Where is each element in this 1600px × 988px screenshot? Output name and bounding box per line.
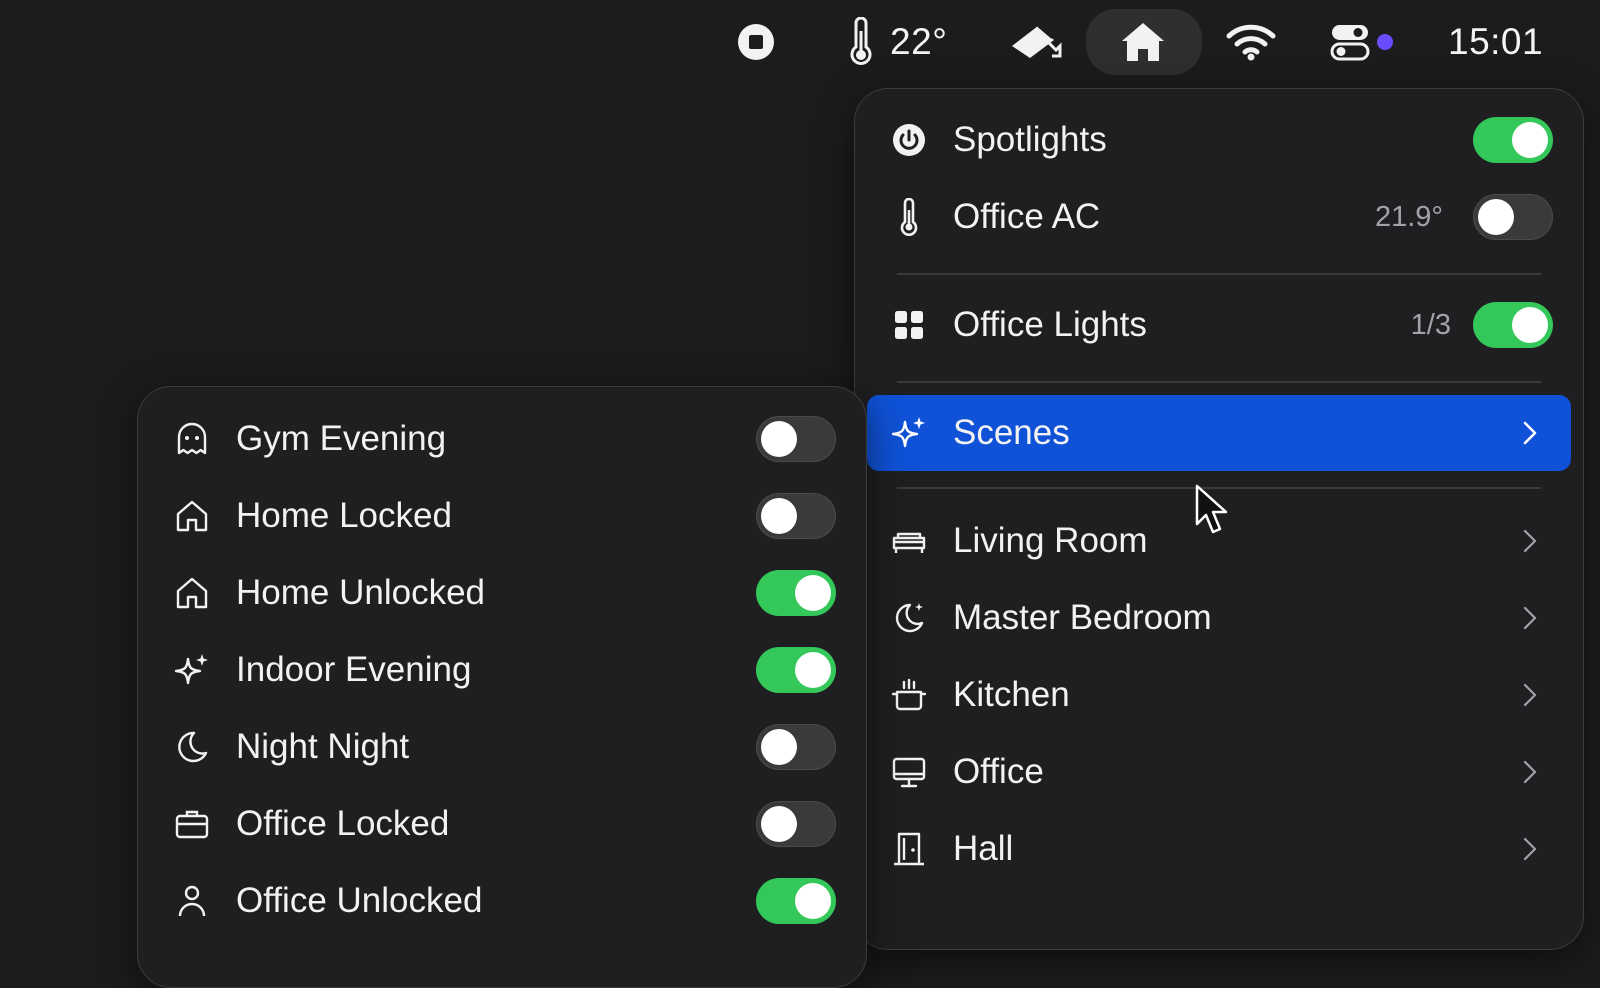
scene-item-label: Home Unlocked bbox=[236, 573, 485, 612]
sofa-icon bbox=[889, 521, 929, 561]
gym-evening-toggle[interactable] bbox=[756, 416, 836, 462]
home-unlocked-toggle[interactable] bbox=[756, 570, 836, 616]
scenes-submenu-panel: Gym Evening Home Locked Home Unlocked In… bbox=[137, 386, 867, 988]
menu-item-label: Living Room bbox=[953, 521, 1148, 560]
home-locked-toggle[interactable] bbox=[756, 493, 836, 539]
separator bbox=[897, 381, 1541, 383]
clock[interactable]: 15:01 bbox=[1448, 10, 1543, 74]
scene-item-gym-evening[interactable]: Gym Evening bbox=[150, 401, 854, 477]
scene-item-office-locked[interactable]: Office Locked bbox=[150, 786, 854, 862]
chevron-right-icon bbox=[1523, 837, 1537, 861]
scene-item-label: Gym Evening bbox=[236, 419, 447, 458]
wifi-icon[interactable] bbox=[1226, 10, 1276, 74]
moon-icon bbox=[172, 727, 212, 767]
thermometer-icon[interactable] bbox=[846, 10, 876, 74]
chevron-right-icon bbox=[1523, 421, 1537, 445]
moon-star-icon bbox=[889, 598, 929, 638]
menu-item-kitchen[interactable]: Kitchen bbox=[867, 657, 1571, 733]
menu-item-master-bedroom[interactable]: Master Bedroom bbox=[867, 580, 1571, 656]
ac-temperature-value: 21.9° bbox=[1374, 200, 1443, 233]
menu-item-hall[interactable]: Hall bbox=[867, 811, 1571, 887]
control-center-icon[interactable] bbox=[1330, 10, 1370, 74]
menu-item-label: Scenes bbox=[953, 413, 1070, 452]
chevron-right-icon bbox=[1523, 529, 1537, 553]
menu-item-label: Office bbox=[953, 752, 1044, 791]
chevron-right-icon bbox=[1523, 683, 1537, 707]
menu-item-label: Office AC bbox=[953, 197, 1101, 236]
house-icon bbox=[172, 496, 212, 536]
home-icon[interactable] bbox=[1120, 10, 1166, 74]
pot-icon bbox=[889, 675, 929, 715]
power-icon bbox=[889, 120, 929, 160]
indoor-evening-toggle[interactable] bbox=[756, 647, 836, 693]
scene-item-label: Night Night bbox=[236, 727, 410, 766]
grid-icon bbox=[889, 305, 929, 345]
chevron-right-icon bbox=[1523, 606, 1537, 630]
scene-item-label: Indoor Evening bbox=[236, 650, 472, 689]
briefcase-icon bbox=[172, 804, 212, 844]
mouse-cursor-icon bbox=[1195, 484, 1228, 534]
monitor-icon bbox=[889, 752, 929, 792]
scene-item-home-unlocked[interactable]: Home Unlocked bbox=[150, 555, 854, 631]
scene-item-label: Home Locked bbox=[236, 496, 452, 535]
menu-item-office-ac[interactable]: Office AC 21.9° bbox=[867, 179, 1571, 255]
scene-item-office-unlocked[interactable]: Office Unlocked bbox=[150, 863, 854, 939]
menu-item-label: Kitchen bbox=[953, 675, 1070, 714]
lights-count-value: 1/3 bbox=[1410, 308, 1451, 341]
menu-item-label: Office Lights bbox=[953, 305, 1147, 344]
sparkles-icon bbox=[172, 650, 212, 690]
menu-item-office[interactable]: Office bbox=[867, 734, 1571, 810]
office-ac-toggle[interactable] bbox=[1473, 194, 1553, 240]
person-icon bbox=[172, 881, 212, 921]
menu-item-office-lights[interactable]: Office Lights 1/3 bbox=[867, 287, 1571, 363]
door-icon bbox=[889, 829, 929, 869]
house-icon bbox=[172, 573, 212, 613]
menu-item-spotlights[interactable]: Spotlights bbox=[867, 102, 1571, 178]
office-unlocked-toggle[interactable] bbox=[756, 878, 836, 924]
status-dot-icon bbox=[1376, 10, 1394, 74]
stop-icon[interactable] bbox=[736, 10, 776, 74]
chevron-right-icon bbox=[1523, 760, 1537, 784]
menu-item-scenes[interactable]: Scenes bbox=[867, 395, 1571, 471]
night-night-toggle[interactable] bbox=[756, 724, 836, 770]
separator bbox=[897, 273, 1541, 275]
scene-item-home-locked[interactable]: Home Locked bbox=[150, 478, 854, 554]
scene-item-label: Office Unlocked bbox=[236, 881, 483, 920]
menu-item-label: Hall bbox=[953, 829, 1014, 868]
temperature-readout[interactable]: 22° bbox=[890, 10, 947, 74]
office-locked-toggle[interactable] bbox=[756, 801, 836, 847]
scene-item-label: Office Locked bbox=[236, 804, 450, 843]
menu-item-label: Master Bedroom bbox=[953, 598, 1212, 637]
scene-item-night-night[interactable]: Night Night bbox=[150, 709, 854, 785]
sparkles-icon bbox=[889, 413, 929, 453]
menu-bar: 22° 15:01 bbox=[0, 0, 1600, 84]
camera-icon[interactable] bbox=[1008, 10, 1064, 74]
ghost-icon bbox=[172, 419, 212, 459]
scene-item-indoor-evening[interactable]: Indoor Evening bbox=[150, 632, 854, 708]
menu-item-label: Spotlights bbox=[953, 120, 1107, 159]
spotlights-toggle[interactable] bbox=[1473, 117, 1553, 163]
thermometer-icon bbox=[889, 197, 929, 237]
office-lights-toggle[interactable] bbox=[1473, 302, 1553, 348]
